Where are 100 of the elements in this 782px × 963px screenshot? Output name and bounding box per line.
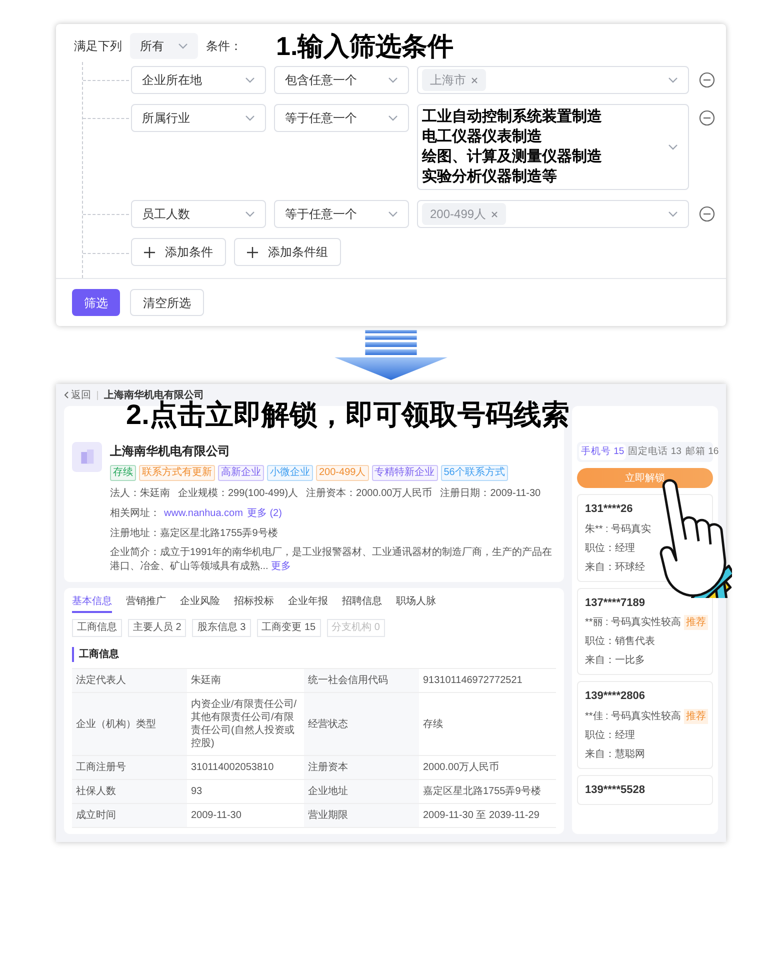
company-fact: 注册资本：2000.00万人民币	[306, 486, 432, 501]
field-select[interactable]: 员工人数	[131, 200, 266, 228]
operator-select[interactable]: 等于任意一个	[274, 200, 409, 228]
chevron-down-icon	[245, 115, 255, 121]
section-tab[interactable]: 招聘信息	[342, 594, 382, 613]
sub-tab[interactable]: 工商信息	[72, 619, 122, 637]
section-tab[interactable]: 基本信息	[72, 594, 112, 613]
recommend-tag: 推荐	[684, 708, 708, 724]
website-link[interactable]: www.nanhua.com	[164, 506, 243, 521]
table-cell: 社保人数	[72, 780, 187, 804]
company-name: 上海南华机电有限公司	[110, 443, 231, 460]
recommend-tag: 推荐	[684, 615, 708, 630]
table-cell: 营业期限	[304, 804, 419, 828]
chevron-down-icon	[178, 43, 188, 49]
company-tag: 存续	[110, 465, 136, 481]
table-cell: 统一社会信用代码	[304, 669, 419, 693]
section-title: 工商信息	[72, 647, 556, 662]
plus-icon	[247, 246, 258, 258]
breadcrumb-title: 上海南华机电有限公司	[104, 388, 204, 400]
value-line: 绘图、计算及测量仪器制造	[422, 147, 602, 167]
chevron-down-icon	[668, 144, 678, 150]
filter-button[interactable]: 筛选	[72, 289, 120, 316]
value-select[interactable]: 工业自动控制系统装置制造 电工仪器仪表制造 绘图、计算及测量仪器制造 实验分析仪器制造等	[417, 104, 689, 190]
close-icon[interactable]	[491, 210, 498, 218]
back-link[interactable]: 返回	[64, 388, 91, 402]
value-line: 电工仪器仪表制造	[422, 127, 543, 147]
field-select[interactable]: 所属行业	[131, 104, 266, 132]
company-tag: 专精特新企业	[372, 465, 438, 481]
chevron-down-icon	[245, 211, 255, 217]
annotation-text: 2.点击立即解锁，即可领取号码线索	[126, 399, 570, 432]
table-cell: 经营状态	[304, 693, 419, 756]
match-mode-select[interactable]: 所有	[130, 33, 198, 59]
chevron-down-icon	[245, 77, 255, 83]
company-fact: 企业规模：299(100-499)人	[178, 486, 298, 501]
contact-tab[interactable]: 手机号 15	[579, 444, 626, 460]
chevron-left-icon	[64, 391, 69, 399]
website-label: 相关网址：	[110, 506, 160, 521]
contact-position: 职位：经理	[585, 728, 636, 742]
table-cell: 法定代表人	[72, 669, 187, 693]
close-icon[interactable]	[471, 76, 478, 84]
section-tab[interactable]: 企业年报	[288, 594, 328, 613]
condition-label: 条件：	[206, 38, 242, 55]
company-intro: 企业简介：成立于1991年的南华机电厂，是工业报警器材、工业通讯器材的制造厂商，生产的产品在港口、冶金、矿山等领域具有成熟... 更多	[110, 546, 554, 574]
table-cell: 企业（机构）类型	[72, 693, 187, 756]
field-select[interactable]: 企业所在地	[131, 66, 266, 94]
chevron-down-icon	[388, 211, 398, 217]
company-tag: 56个联系方式	[440, 465, 508, 481]
more-link[interactable]: 更多	[271, 561, 292, 572]
chevron-down-icon	[388, 115, 398, 121]
remove-icon[interactable]	[699, 72, 715, 88]
value-line: 实验分析仪器制造等	[422, 167, 558, 187]
section-tab[interactable]: 营销推广	[126, 594, 166, 613]
table-cell: 企业地址	[304, 780, 419, 804]
contact-source: 来自：一比多	[585, 654, 646, 668]
company-tag: 200-499人	[316, 465, 369, 481]
company-tag: 联系方式有更新	[139, 465, 215, 481]
operator-select[interactable]: 等于任意一个	[274, 104, 409, 132]
value-line: 工业自动控制系统装置制造	[422, 107, 602, 127]
phone-number: 137****7189	[585, 596, 646, 610]
contact-name: **佳 : 号码真实性较高	[585, 710, 682, 724]
contact-position: 职位：经理	[585, 542, 636, 556]
sub-tab[interactable]: 股东信息 3	[192, 619, 251, 637]
more-link[interactable]: 更多 (2)	[246, 506, 282, 521]
phone-number: 139****2806	[585, 689, 646, 704]
chevron-down-icon	[668, 211, 678, 217]
company-fact: 法人：朱廷南	[110, 486, 170, 501]
phone-number: 131****26	[585, 502, 634, 517]
value-tag: 200-499人	[422, 203, 506, 225]
company-tag: 小微企业	[267, 465, 313, 481]
contact-position: 职位：销售代表	[585, 634, 656, 649]
table-cell: 工商注册号	[72, 756, 187, 780]
building-icon	[72, 442, 102, 472]
value-tag: 上海市	[422, 69, 486, 91]
add-condition-button[interactable]: 添加条件	[131, 238, 226, 266]
company-address: 注册地址：嘉定区星北路1755弄9号楼	[110, 526, 279, 541]
section-tab[interactable]: 招标投标	[234, 594, 274, 613]
chevron-down-icon	[388, 77, 398, 83]
table-cell: 成立时间	[72, 804, 187, 828]
plus-icon	[144, 246, 155, 258]
contact-tab[interactable]: 固定电话 13	[626, 444, 684, 460]
match-label: 满足下列	[74, 38, 122, 55]
sub-tab[interactable]: 主要人员 2	[128, 619, 186, 637]
contact-name: 朱** : 号码真实	[585, 522, 652, 536]
table-cell: 注册资本	[304, 756, 419, 780]
contact-source: 来自：慧聪网	[585, 748, 646, 762]
company-tag: 高新企业	[218, 465, 264, 481]
section-tab[interactable]: 职场人脉	[396, 594, 436, 613]
remove-icon[interactable]	[699, 206, 715, 222]
contact-source: 来自：环球经	[585, 560, 646, 574]
section-tab[interactable]: 企业风险	[180, 594, 220, 613]
add-condition-button[interactable]: 添加条件组	[234, 238, 341, 266]
remove-icon[interactable]	[699, 110, 715, 126]
phone-number: 139****5528	[585, 782, 646, 798]
clear-button[interactable]: 清空所选	[130, 289, 204, 316]
contact-tab[interactable]: 邮箱 16	[683, 444, 721, 460]
sub-tab[interactable]: 工商变更 15	[256, 619, 321, 637]
company-fact: 注册日期：2009-11-30	[440, 486, 541, 501]
operator-select[interactable]: 包含任意一个	[274, 66, 409, 94]
chevron-down-icon	[668, 77, 678, 83]
contact-name: **丽 : 号码真实性较高	[585, 616, 682, 630]
